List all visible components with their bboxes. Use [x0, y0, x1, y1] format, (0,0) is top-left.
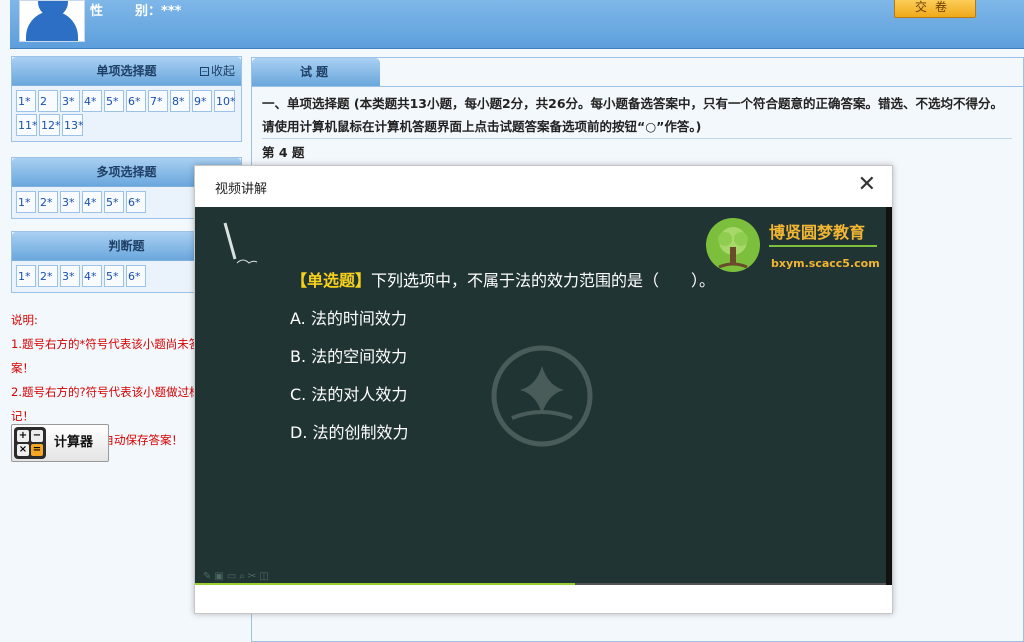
single-question-13[interactable]: 13*: [62, 114, 84, 136]
single-choice-panel: 单项选择题 − 收起 1* 2 3* 4* 5* 6* 7* 8* 9* 10* 11* 12* 13*: [11, 56, 242, 142]
single-question-5[interactable]: 5*: [104, 90, 124, 112]
multi-question-3[interactable]: 3*: [60, 191, 80, 213]
single-question-3[interactable]: 3*: [60, 90, 80, 112]
option-d: D. 法的创制效力: [290, 423, 409, 442]
multi-question-2[interactable]: 2*: [38, 191, 58, 213]
calculator-button[interactable]: + − × = 计算器: [11, 424, 109, 462]
judge-question-6[interactable]: 6*: [126, 265, 146, 287]
question-type-tag: 【单选题】: [291, 271, 372, 290]
video-explanation-dialog: 视频讲解 ✕ 博贤圆梦教育 bxym.scacc5.com 【单选题】下列选项中…: [194, 165, 893, 614]
minus-icon: −: [199, 67, 209, 76]
video-player[interactable]: 博贤圆梦教育 bxym.scacc5.com 【单选题】下列选项中，不属于法的效…: [195, 207, 892, 585]
single-question-4[interactable]: 4*: [82, 90, 102, 112]
video-question: 【单选题】下列选项中，不属于法的效力范围的是（ ）。: [291, 267, 715, 291]
brand-name: 博贤圆梦教育: [769, 223, 866, 242]
brand-url: bxym.scacc5.com: [771, 257, 880, 270]
calculator-label: 计算器: [54, 435, 94, 450]
judge-question-3[interactable]: 3*: [60, 265, 80, 287]
avatar: [19, 0, 85, 42]
notes-title: 说明:: [11, 313, 38, 327]
collapse-button[interactable]: − 收起: [199, 57, 235, 85]
single-question-7[interactable]: 7*: [148, 90, 168, 112]
video-progress-fill: [195, 583, 576, 585]
gender-info: 性别：***: [90, 4, 182, 19]
single-question-1[interactable]: 1*: [16, 90, 36, 112]
video-progress-bar[interactable]: [195, 583, 886, 585]
tab-questions[interactable]: 试题: [252, 58, 380, 86]
judge-question-4[interactable]: 4*: [82, 265, 102, 287]
section-instructions: 一、单项选择题 (本类题共13小题，每小题2分，共26分。每小题备选答案中，只有…: [262, 96, 1004, 134]
multi-question-6[interactable]: 6*: [126, 191, 146, 213]
single-choice-header: 单项选择题 − 收起: [12, 57, 241, 86]
gender-value: ***: [161, 4, 182, 19]
submit-exam-button[interactable]: 交卷: [894, 0, 976, 18]
judge-question-2[interactable]: 2*: [38, 265, 58, 287]
judge-question-1[interactable]: 1*: [16, 265, 36, 287]
single-question-10[interactable]: 10*: [214, 90, 236, 112]
note-1: 1.题号右方的*符号代表该小题尚未答案！: [11, 337, 201, 375]
option-c: C. 法的对人效力: [290, 385, 408, 404]
single-choice-grid: 1* 2 3* 4* 5* 6* 7* 8* 9* 10* 11* 12* 13*: [12, 86, 241, 141]
tree-logo-icon: [706, 218, 760, 272]
question-number: 第 4 题: [262, 145, 305, 160]
brand-logo: 博贤圆梦教育 bxym.scacc5.com: [705, 215, 880, 275]
single-question-6[interactable]: 6*: [126, 90, 146, 112]
single-question-9[interactable]: 9*: [192, 90, 212, 112]
single-question-2[interactable]: 2: [38, 90, 58, 112]
exam-header: 性别：*** 交卷: [10, 0, 1024, 49]
judge-question-5[interactable]: 5*: [104, 265, 124, 287]
single-question-12[interactable]: 12*: [39, 114, 61, 136]
video-toolbar[interactable]: ✎▣▭⌕✂◫: [203, 571, 272, 582]
note-2: 2.题号右方的?符号代表该小题做过标记！: [11, 385, 201, 423]
single-question-8[interactable]: 8*: [170, 90, 190, 112]
single-question-11[interactable]: 11*: [16, 114, 38, 136]
close-icon[interactable]: ✕: [858, 172, 876, 198]
question-text: 下列选项中，不属于法的效力范围的是（ ）。: [371, 271, 716, 290]
watermark-icon: [491, 345, 593, 447]
option-b: B. 法的空间效力: [290, 347, 408, 366]
multi-question-5[interactable]: 5*: [104, 191, 124, 213]
calculator-icon: + − × =: [14, 427, 46, 459]
pen-cursor-icon: [223, 222, 258, 264]
multi-question-4[interactable]: 4*: [82, 191, 102, 213]
multi-question-1[interactable]: 1*: [16, 191, 36, 213]
dialog-title: 视频讲解: [215, 182, 268, 197]
option-a: A. 法的时间效力: [290, 309, 407, 328]
